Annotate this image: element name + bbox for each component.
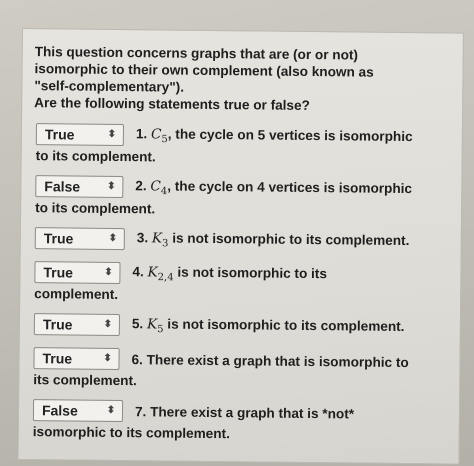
select-value: True — [44, 126, 75, 143]
math-symbol: C4 — [150, 177, 167, 197]
question-2: False ⬍ 2. C4, the cycle on 4 vertices i… — [35, 175, 455, 219]
select-value: False — [41, 402, 78, 419]
question-number: 4. — [132, 263, 144, 279]
answer-select-4[interactable]: True ⬍ — [34, 261, 121, 285]
question-number: 2. — [135, 177, 147, 193]
answer-select-3[interactable]: True ⬍ — [34, 227, 125, 251]
updown-chevron-icon: ⬍ — [106, 404, 116, 416]
question-continuation: complement. — [34, 286, 119, 303]
question-number: 5. — [131, 315, 144, 331]
select-value: True — [42, 316, 73, 333]
question-text: 4. K2,4 is not isomorphic to its — [132, 263, 328, 283]
question-3: True ⬍ 3. K3 is not isomorphic to its co… — [34, 227, 455, 253]
math-subscript: 2,4 — [157, 271, 174, 283]
updown-chevron-icon: ⬍ — [103, 318, 113, 330]
question-text: 5. K5 is not isomorphic to its complemen… — [131, 315, 405, 335]
question-1: True ⬍ 1. C5, the cycle on 5 vertices is… — [36, 123, 456, 167]
question-number: 6. — [131, 351, 143, 367]
answer-select-1[interactable]: True ⬍ — [35, 123, 124, 147]
answer-select-6[interactable]: True ⬍ — [33, 347, 120, 371]
math-symbol: C5 — [150, 125, 168, 145]
updown-chevron-icon: ⬍ — [104, 266, 113, 278]
question-rest: is not isomorphic to its complement. — [168, 230, 410, 248]
updown-chevron-icon: ⬍ — [107, 128, 117, 140]
question-6: True ⬍ 6. There exist a graph that is is… — [33, 347, 453, 391]
question-number: 1. — [135, 125, 148, 141]
question-text: 7. There exist a graph that is *not* — [135, 404, 354, 421]
question-number: 3. — [136, 229, 149, 245]
intro-line-4: Are the following statements true or fal… — [34, 95, 310, 114]
answer-select-7[interactable]: False ⬍ — [32, 399, 124, 423]
question-continuation: to its complement. — [35, 148, 156, 165]
question-4: True ⬍ 4. K2,4 is not isomorphic to its … — [34, 261, 454, 305]
question-card: This question concerns graphs that are (… — [17, 28, 464, 465]
math-letter: C — [150, 177, 161, 195]
select-value: True — [43, 230, 74, 247]
question-continuation: isomorphic to its complement. — [32, 424, 230, 442]
question-rest: There exist a graph that is isomorphic t… — [146, 351, 409, 370]
question-continuation: to its complement. — [35, 200, 156, 217]
updown-chevron-icon: ⬍ — [103, 352, 112, 364]
question-text: 3. K3 is not isomorphic to its complemen… — [136, 229, 410, 249]
question-number: 7. — [134, 403, 147, 419]
answer-select-2[interactable]: False ⬍ — [35, 175, 124, 199]
question-rest: There exist a graph that is *not* — [150, 403, 355, 421]
question-rest: is not isomorphic to its complement. — [163, 316, 405, 334]
updown-chevron-icon: ⬍ — [107, 180, 116, 192]
question-intro: This question concerns graphs that are (… — [34, 43, 445, 115]
question-rest: , the cycle on 5 vertices is isomorphic — [167, 126, 413, 144]
question-text: 2. C4, the cycle on 4 vertices is isomor… — [135, 177, 413, 197]
question-text: 1. C5, the cycle on 5 vertices is isomor… — [135, 125, 413, 145]
math-letter: K — [146, 315, 158, 333]
updown-chevron-icon: ⬍ — [108, 232, 118, 245]
select-value: True — [43, 264, 74, 281]
question-5: True ⬍ 5. K5 is not isomorphic to its co… — [33, 313, 454, 339]
math-letter: K — [151, 230, 163, 247]
math-symbol: K2,4 — [147, 263, 174, 283]
math-symbol: K5 — [146, 315, 164, 335]
question-rest: , the cycle on 4 vertices is isomorphic — [167, 178, 413, 196]
answer-select-5[interactable]: True ⬍ — [33, 313, 121, 337]
select-value: False — [44, 178, 81, 195]
question-text: 6. There exist a graph that is isomorphi… — [131, 352, 408, 370]
question-rest: is not isomorphic to its — [173, 264, 328, 281]
select-value: True — [42, 350, 73, 367]
question-continuation: its complement. — [33, 372, 137, 389]
math-symbol: K3 — [151, 230, 169, 249]
math-letter: C — [150, 125, 162, 143]
question-7: False ⬍ 7. There exist a graph that is *… — [33, 399, 453, 443]
math-letter: K — [147, 263, 158, 281]
